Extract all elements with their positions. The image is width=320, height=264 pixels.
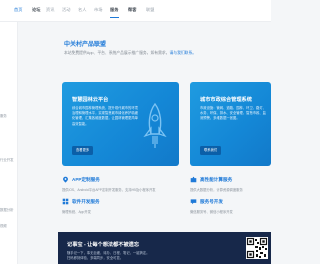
sidebar-item-data-analysis[interactable]: 数据分析 bbox=[0, 208, 14, 212]
service-description: 管理系统、App开发 bbox=[62, 210, 91, 214]
service-description: 微信服务号、微信小程序开发 bbox=[190, 210, 233, 214]
service-title: 高性能计算服务 bbox=[200, 177, 233, 182]
service-title: APP定制服务 bbox=[72, 177, 100, 182]
qr-code-icon bbox=[246, 237, 268, 259]
chat-bubble-icon bbox=[190, 199, 197, 205]
product-card-municipal-system: 城市市政综合管理系统 市政设施：管网、道路、园林、环卫、路灯、水务、环保、排水、… bbox=[190, 82, 271, 166]
grid-apps-icon bbox=[62, 198, 69, 205]
contact-link[interactable]: 请与我们联系。 bbox=[169, 51, 196, 55]
service-wechat-account[interactable]: 服务号开发 微信服务号、微信小程序开发 bbox=[190, 198, 271, 228]
nav-item-home[interactable]: 首页 bbox=[14, 7, 22, 13]
banner-text-line: 随手记一下，事无巨细，待办、日程、笔记，一键搞定。 bbox=[67, 251, 150, 255]
service-description: 提供大数据分析，计算资源调度服务 bbox=[190, 188, 243, 192]
contact-us-button[interactable]: 联系我们 bbox=[200, 146, 222, 155]
service-title: 服务号开发 bbox=[200, 199, 223, 204]
banner-title: 记事宝 - 让每个想法都不被遗忘 bbox=[67, 242, 140, 248]
location-pin-icon bbox=[63, 176, 68, 183]
active-nav-indicator bbox=[110, 17, 119, 19]
nav-item-forum[interactable]: 论坛 bbox=[32, 7, 40, 13]
sidebar-item-services[interactable]: 服务 bbox=[0, 114, 7, 118]
top-navigation: 首页 论坛 资讯 活动 名人 市场 服务 帮客 联盟 bbox=[0, 0, 271, 22]
nav-item-market[interactable]: 市场 bbox=[94, 7, 102, 13]
card-title: 智慧园林云平台 bbox=[72, 97, 109, 103]
card-description: 综合城市园林管理系统，提升现代城市的环境治理和管理水平，实现智慧城市绿化养护精细… bbox=[72, 106, 138, 126]
nav-item-news[interactable]: 资讯 bbox=[46, 7, 54, 13]
rocket-illustration-icon bbox=[143, 102, 167, 148]
nav-item-alliance[interactable]: 联盟 bbox=[146, 7, 154, 13]
page-description-text: 本站免费提供App、平台、系统产品展示推广服务，如有需求， bbox=[64, 51, 170, 55]
card-title: 城市市政综合管理系统 bbox=[200, 97, 252, 103]
nav-item-services[interactable]: 服务 bbox=[110, 7, 118, 13]
page-description: 本站免费提供App、平台、系统产品展示推广服务，如有需求，请与我们联系。 bbox=[64, 51, 196, 56]
product-card-garden-cloud: 智慧园林云平台 综合城市园林管理系统，提升现代城市的环境治理和管理水平，实现智慧… bbox=[62, 82, 179, 166]
puzzle-icon bbox=[190, 176, 197, 183]
service-description: 提供iOS、Android平台APP定制开发服务，支持H5及小程序开发 bbox=[62, 188, 156, 192]
promo-banner[interactable]: 记事宝 - 让每个想法都不被遗忘 随手记一下，事无巨细，待办、日程、笔记，一键搞… bbox=[58, 232, 271, 264]
banner-text: 随手记一下，事无巨细，待办、日程、笔记，一键搞定。 扫码即刻体验，多端同步，安全… bbox=[67, 251, 149, 260]
view-more-button[interactable]: 查看更多 bbox=[72, 146, 94, 155]
nav-item-people[interactable]: 名人 bbox=[78, 7, 86, 13]
main-content: 中关村产品联盟 本站免费提供App、平台、系统产品展示推广服务，如有需求，请与我… bbox=[18, 22, 271, 264]
sidebar: 服务 行业开发 数据分析 视频 bbox=[0, 22, 18, 264]
service-software-dev[interactable]: 软件开发服务 管理系统、App开发 bbox=[62, 198, 172, 228]
page-title: 中关村产品联盟 bbox=[64, 42, 107, 48]
banner-text-line: 扫码即刻体验，多端同步，安全可靠。 bbox=[67, 255, 124, 260]
nav-item-helpers[interactable]: 帮客 bbox=[128, 7, 136, 13]
card-description: 市政设施：管网、道路、园林、环卫、路灯、水务、环保、排水、安全管理、智慧市政、监… bbox=[200, 106, 266, 121]
sidebar-item-industry-dev[interactable]: 行业开发 bbox=[0, 158, 14, 162]
service-title: 软件开发服务 bbox=[72, 199, 100, 204]
nav-item-events[interactable]: 活动 bbox=[62, 7, 70, 13]
sidebar-item-video[interactable]: 视频 bbox=[0, 224, 7, 228]
